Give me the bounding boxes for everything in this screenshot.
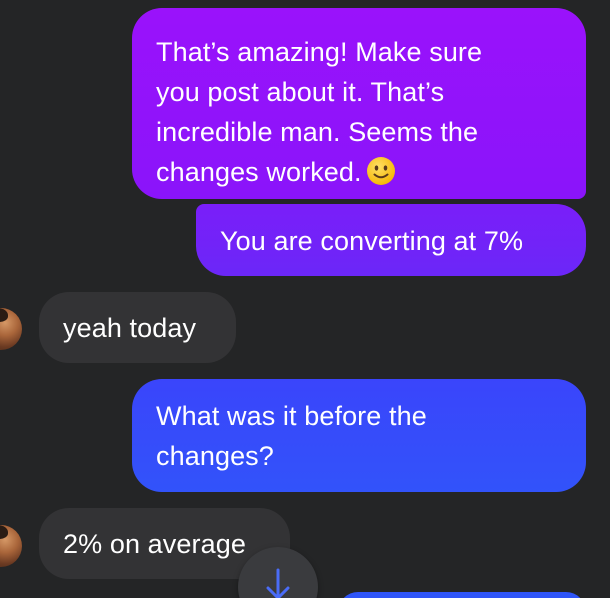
arrow-down-icon [266, 568, 290, 598]
message-line: changes? [156, 441, 274, 471]
message-text: yeah today [63, 313, 197, 343]
sent-message-bubble-partial[interactable] [338, 592, 586, 598]
sent-message-bubble[interactable]: That’s amazing! Make sure you post about… [132, 8, 586, 199]
message-line-text: changes worked. [156, 157, 362, 187]
avatar[interactable] [0, 308, 22, 350]
received-message-bubble[interactable]: yeah today [39, 292, 236, 363]
message-text: You are converting at 7% [220, 226, 524, 256]
sent-message-bubble[interactable]: What was it before the changes? [132, 379, 586, 492]
chat-thread: That’s amazing! Make sure you post about… [0, 0, 610, 598]
message-line: incredible man. Seems the [156, 117, 479, 147]
message-text: 2% on average [63, 529, 246, 559]
sent-message-bubble[interactable]: You are converting at 7% [196, 204, 586, 276]
message-line: What was it before the [156, 401, 427, 431]
avatar[interactable] [0, 525, 22, 567]
message-line: That’s amazing! Make sure [156, 37, 483, 67]
message-line: changes worked. [156, 152, 562, 192]
message-line: you post about it. That’s [156, 77, 445, 107]
slightly-smiling-face-icon [366, 156, 396, 186]
